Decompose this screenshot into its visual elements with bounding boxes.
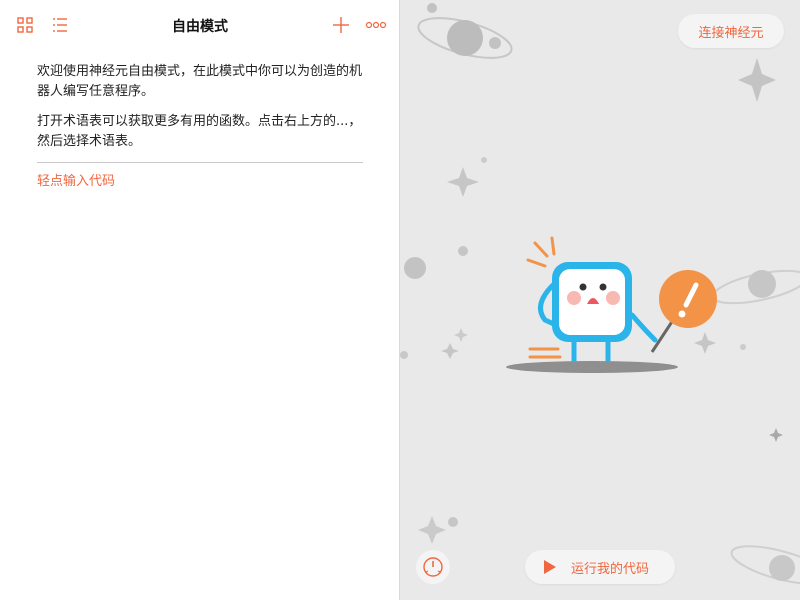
editor-toolbar: 自由模式 bbox=[0, 0, 400, 50]
space-background bbox=[400, 3, 800, 585]
code-editor-panel: 自由模式 欢迎使用神经元自由模式，在此模式中你可以为创造的机器人编写任意程序。 … bbox=[0, 0, 400, 600]
run-code-label: 运行我的代码 bbox=[571, 561, 650, 577]
plus-icon[interactable] bbox=[330, 14, 352, 36]
star-icon bbox=[447, 167, 479, 197]
code-input-placeholder[interactable]: 轻点输入代码 bbox=[37, 170, 115, 189]
run-code-button[interactable]: 运行我的代码 bbox=[525, 550, 675, 584]
planet-icon bbox=[417, 3, 513, 59]
robot-character bbox=[506, 236, 717, 373]
planet-icon bbox=[730, 545, 800, 585]
glossary-hint-paragraph: 打开术语表可以获取更多有用的函数。点击右上方的...，然后选择术语表。 bbox=[37, 114, 362, 149]
speedometer-icon[interactable] bbox=[416, 550, 450, 584]
welcome-paragraph: 欢迎使用神经元自由模式，在此模式中你可以为创造的机器人编写任意程序。 bbox=[37, 64, 363, 99]
play-icon bbox=[543, 559, 557, 575]
connect-neuron-button[interactable]: 连接神经元 bbox=[678, 14, 784, 48]
star-icon bbox=[418, 516, 446, 544]
planet-icon bbox=[711, 269, 800, 305]
live-view-panel bbox=[400, 0, 800, 600]
more-icon[interactable] bbox=[364, 14, 388, 36]
divider bbox=[37, 162, 363, 163]
star-icon bbox=[738, 58, 776, 102]
welcome-text: 欢迎使用神经元自由模式，在此模式中你可以为创造的机器人编写任意程序。 打开术语表… bbox=[37, 62, 363, 163]
